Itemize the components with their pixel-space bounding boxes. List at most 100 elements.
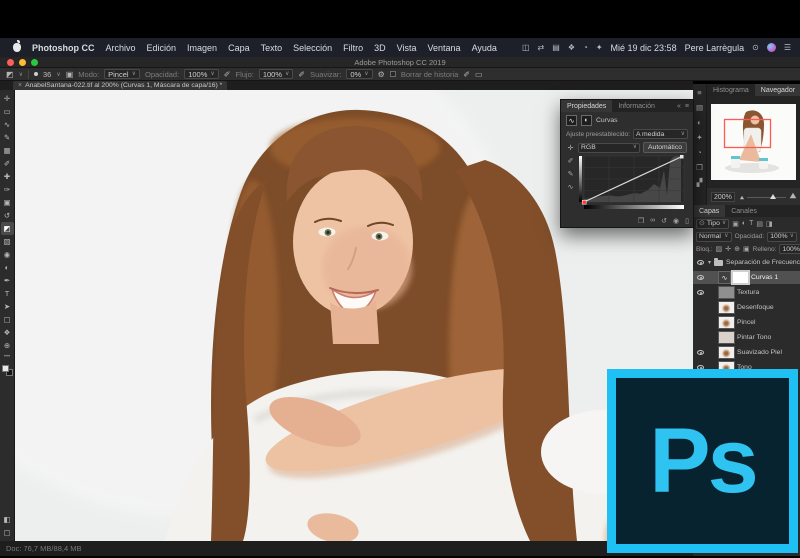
type-tool[interactable]: T (1, 287, 14, 300)
lock-position-icon[interactable]: ✛ (725, 245, 731, 253)
menubar-status-icon[interactable]: ⇄ (538, 43, 545, 52)
menubar-status-icon[interactable]: ✦ (596, 43, 603, 52)
marquee-tool[interactable]: ▭ (1, 105, 14, 118)
airbrush-icon[interactable]: ✐ (298, 70, 305, 79)
pen-tool[interactable]: ✒ (1, 274, 14, 287)
slider-handle[interactable] (770, 194, 776, 199)
black-point-eyedropper-icon[interactable]: ✐ (568, 157, 574, 165)
menu-item-photoshop[interactable]: Photoshop CC (32, 43, 95, 53)
lock-artboard-icon[interactable]: ⊕ (734, 245, 740, 253)
apple-icon[interactable] (13, 43, 21, 52)
tab-navegador[interactable]: Navegador (755, 84, 800, 96)
curves-graph[interactable] (578, 155, 688, 213)
channel-select[interactable]: RGB ∨ (578, 143, 640, 153)
smoothing-gear-icon[interactable]: ⚙ (378, 70, 385, 79)
erase-to-history-checkbox[interactable] (390, 71, 396, 77)
doc-size-info[interactable]: Doc: 76,7 MB/88,4 MB (6, 544, 81, 553)
lock-all-icon[interactable]: ▣ (743, 245, 750, 253)
smoothing-select[interactable]: 0% ∨ (346, 69, 372, 79)
clone-stamp-tool[interactable]: ▣ (1, 196, 14, 209)
curves-adjustment-icon[interactable]: ∿ (719, 272, 730, 283)
layer-name[interactable]: Pincel (737, 319, 756, 326)
layer-opacity-select[interactable]: 100% ∨ (767, 232, 797, 242)
layer-row-curvas-1[interactable]: ∿ Curvas 1 (693, 271, 800, 284)
close-document-icon[interactable]: × (18, 82, 22, 89)
collapsed-panel-icon[interactable]: ✦ (696, 133, 702, 142)
collapsed-panel-icon[interactable]: ▞ (697, 178, 703, 187)
menu-item-3d[interactable]: 3D (374, 43, 386, 53)
tab-canales[interactable]: Canales (725, 205, 763, 217)
tool-preset-chevron-icon[interactable]: ∨ (19, 71, 23, 78)
brush-tool[interactable]: ✑ (1, 183, 14, 196)
screen-mode-button[interactable]: ▢ (1, 526, 14, 539)
filter-pixel-layers-icon[interactable]: ▣ (732, 220, 739, 228)
brush-settings-panel-icon[interactable]: ▣ (66, 70, 74, 79)
preset-select[interactable]: A medida ∨ (633, 129, 688, 139)
layer-thumbnail[interactable] (719, 332, 734, 343)
notification-center-icon[interactable]: ☰ (784, 43, 791, 52)
shape-tool[interactable]: ▢ (1, 313, 14, 326)
healing-brush-tool[interactable]: ✚ (1, 170, 14, 183)
auto-button[interactable]: Automático (643, 142, 687, 153)
layer-thumbnail[interactable] (719, 317, 734, 328)
smooth-curve-icon[interactable]: ∿ (568, 183, 574, 191)
navigator-zoom-slider[interactable] (739, 192, 796, 202)
gradient-tool[interactable]: ▧ (1, 235, 14, 248)
layer-visibility-toggle[interactable] (697, 260, 704, 265)
zoom-out-icon[interactable] (740, 196, 744, 200)
layer-row-suavizado-piel[interactable]: Suavizado Piel (693, 346, 800, 359)
mode-select[interactable]: Pincel ∨ (104, 69, 140, 79)
menu-item-capa[interactable]: Capa (228, 43, 250, 53)
menu-item-vista[interactable]: Vista (397, 43, 417, 53)
color-swatches[interactable] (2, 365, 13, 376)
layer-mask-thumbnail[interactable] (733, 272, 748, 283)
menubar-status-icon[interactable]: ❖ (568, 43, 575, 52)
layer-row-group[interactable]: ▾ Separación de Frecuencias (693, 256, 800, 269)
tab-histograma[interactable]: Histograma (707, 84, 755, 96)
panel-menu-icon[interactable]: ≡ (685, 103, 689, 110)
layer-name[interactable]: Separación de Frecuencias (726, 259, 800, 266)
navigator-zoom-field[interactable]: 200% (711, 192, 735, 202)
menubar-status-icon[interactable]: ▤ (552, 43, 560, 52)
opacity-select[interactable]: 100% ∨ (184, 69, 219, 79)
blend-mode-select[interactable]: Normal ∨ (696, 232, 732, 242)
eraser-tool[interactable]: ◩ (1, 222, 14, 235)
delete-icon[interactable]: ▯ (685, 217, 689, 225)
layer-name[interactable]: Suavizado Piel (737, 349, 782, 356)
layer-row-pincel[interactable]: Pincel (693, 316, 800, 329)
menu-item-seleccion[interactable]: Selección (293, 43, 332, 53)
clip-to-layer-icon[interactable]: ❐ (638, 217, 644, 225)
layer-thumbnail[interactable] (719, 302, 734, 313)
blur-tool[interactable]: ◉ (1, 248, 14, 261)
menubar-user[interactable]: Pere Larrègula (685, 43, 745, 53)
hand-tool[interactable]: ❖ (1, 326, 14, 339)
pressure-opacity-icon[interactable]: ✐ (224, 70, 231, 79)
tab-propiedades[interactable]: Propiedades (561, 100, 612, 112)
slider-track[interactable] (747, 197, 786, 198)
move-tool[interactable]: ✛ (1, 92, 14, 105)
layer-name[interactable]: Desenfoque (737, 304, 774, 311)
layer-visibility-toggle[interactable] (697, 290, 704, 295)
zoom-tool[interactable]: ⊕ (1, 339, 14, 352)
eyedropper-tool[interactable]: ✐ (1, 157, 14, 170)
layer-row-desenfoque[interactable]: Desenfoque (693, 301, 800, 314)
history-brush-tool[interactable]: ↺ (1, 209, 14, 222)
collapsed-panel-icon[interactable]: ◔ (697, 148, 702, 157)
fill-select[interactable]: 100% ∨ (779, 244, 800, 254)
filter-adjustment-layers-icon[interactable]: ◐ (742, 220, 746, 227)
brush-size-value[interactable]: 36 (43, 70, 51, 79)
foreground-color-swatch[interactable] (2, 365, 9, 372)
pressure-size-icon[interactable]: ✐ (463, 70, 470, 79)
layer-name[interactable]: Pintar Tono (737, 334, 771, 341)
layer-visibility-toggle[interactable] (697, 350, 704, 355)
collapse-panel-icon[interactable]: « (677, 103, 681, 110)
brush-preview-icon[interactable] (34, 72, 38, 76)
group-caret-icon[interactable]: ▾ (708, 259, 711, 266)
menu-item-ventana[interactable]: Ventana (428, 43, 461, 53)
collapsed-panel-icon[interactable]: ◐ (697, 118, 702, 127)
menubar-status-icon[interactable]: ◔ (583, 43, 588, 52)
lasso-tool[interactable]: ∿ (1, 118, 14, 131)
menu-item-edicion[interactable]: Edición (147, 43, 177, 53)
tab-informacion[interactable]: Información (612, 100, 661, 112)
layer-thumbnail[interactable] (719, 347, 734, 358)
